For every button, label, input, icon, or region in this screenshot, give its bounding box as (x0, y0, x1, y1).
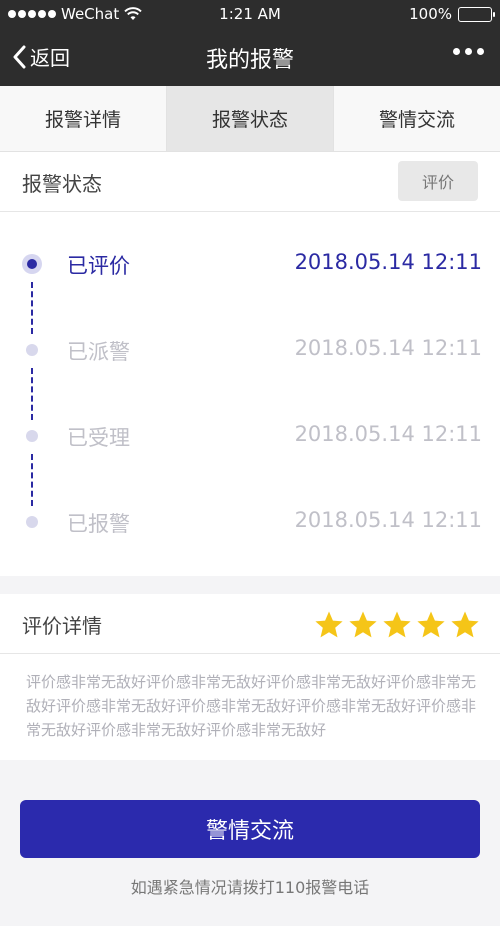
star-filled-icon (383, 611, 411, 638)
star-filled-icon (417, 611, 445, 638)
timeline-time: 2018.05.14 12:11 (294, 508, 482, 532)
timeline-time: 2018.05.14 12:11 (294, 250, 482, 274)
more-icon (453, 48, 484, 55)
timeline-item: 已评价 2018.05.14 12:11 (0, 244, 500, 284)
timeline-dot-active (22, 254, 42, 274)
timeline-label: 已派警 (67, 340, 130, 364)
evaluation-text: 评价感非常无敌好评价感非常无敌好评价感非常无敌好评价感非常无敌好评价感非常无敌好… (26, 673, 477, 739)
timeline-label: 已评价 (67, 254, 130, 278)
timeline-time: 2018.05.14 12:11 (294, 422, 482, 446)
star-filled-icon (349, 611, 377, 638)
timeline-dot (26, 516, 38, 528)
evaluation-card: 评价详情 评价感非常无敌好评价感非常无敌好评价感非常无敌好评价感非常无敌好评价感… (0, 594, 500, 760)
timeline-item: 已受理 2018.05.14 12:11 (0, 416, 500, 456)
timeline-dot (26, 344, 38, 356)
timeline-item: 已派警 2018.05.14 12:11 (0, 330, 500, 370)
battery-info: 100% (409, 5, 495, 23)
evaluation-title: 评价详情 (22, 614, 102, 638)
star-filled-icon (315, 611, 343, 638)
alarm-chat-button[interactable]: 警情交流 (20, 800, 480, 858)
timeline-connector (31, 368, 33, 420)
star-filled-icon (451, 611, 479, 638)
timeline-label: 已受理 (67, 426, 130, 450)
alarm-status-card: 报警状态 评价 已评价 2018.05.14 12:11 已派警 2018.05… (0, 152, 500, 576)
status-bar: WeChat 1:21 AM 100% (0, 0, 500, 28)
timeline-connector (31, 454, 33, 506)
rate-button[interactable]: 评价 (398, 161, 478, 201)
nav-bar: 返回 我的报警 (0, 28, 500, 86)
timeline-time: 2018.05.14 12:11 (294, 336, 482, 360)
timeline-connector (31, 282, 33, 334)
battery-percent: 100% (409, 5, 452, 23)
status-section-header: 报警状态 评价 (0, 152, 500, 212)
status-timeline: 已评价 2018.05.14 12:11 已派警 2018.05.14 12:1… (0, 212, 500, 576)
more-button[interactable] (453, 48, 484, 55)
tab-alarm-details[interactable]: 报警详情 (0, 86, 167, 151)
evaluation-header: 评价详情 (0, 594, 500, 654)
star-rating (314, 610, 480, 640)
tab-alarm-chat[interactable]: 警情交流 (334, 86, 500, 151)
status-section-title: 报警状态 (22, 172, 102, 196)
timeline-label: 已报警 (67, 512, 130, 536)
tab-alarm-status[interactable]: 报警状态 (167, 86, 334, 151)
timeline-dot (26, 430, 38, 442)
battery-icon (458, 6, 495, 22)
emergency-hint: 如遇紧急情况请拨打110报警电话 (130, 878, 370, 897)
tab-bar: 报警详情 报警状态 警情交流 (0, 86, 500, 152)
timeline-item: 已报警 2018.05.14 12:11 (0, 502, 500, 542)
page-title: 我的报警 (205, 48, 294, 73)
